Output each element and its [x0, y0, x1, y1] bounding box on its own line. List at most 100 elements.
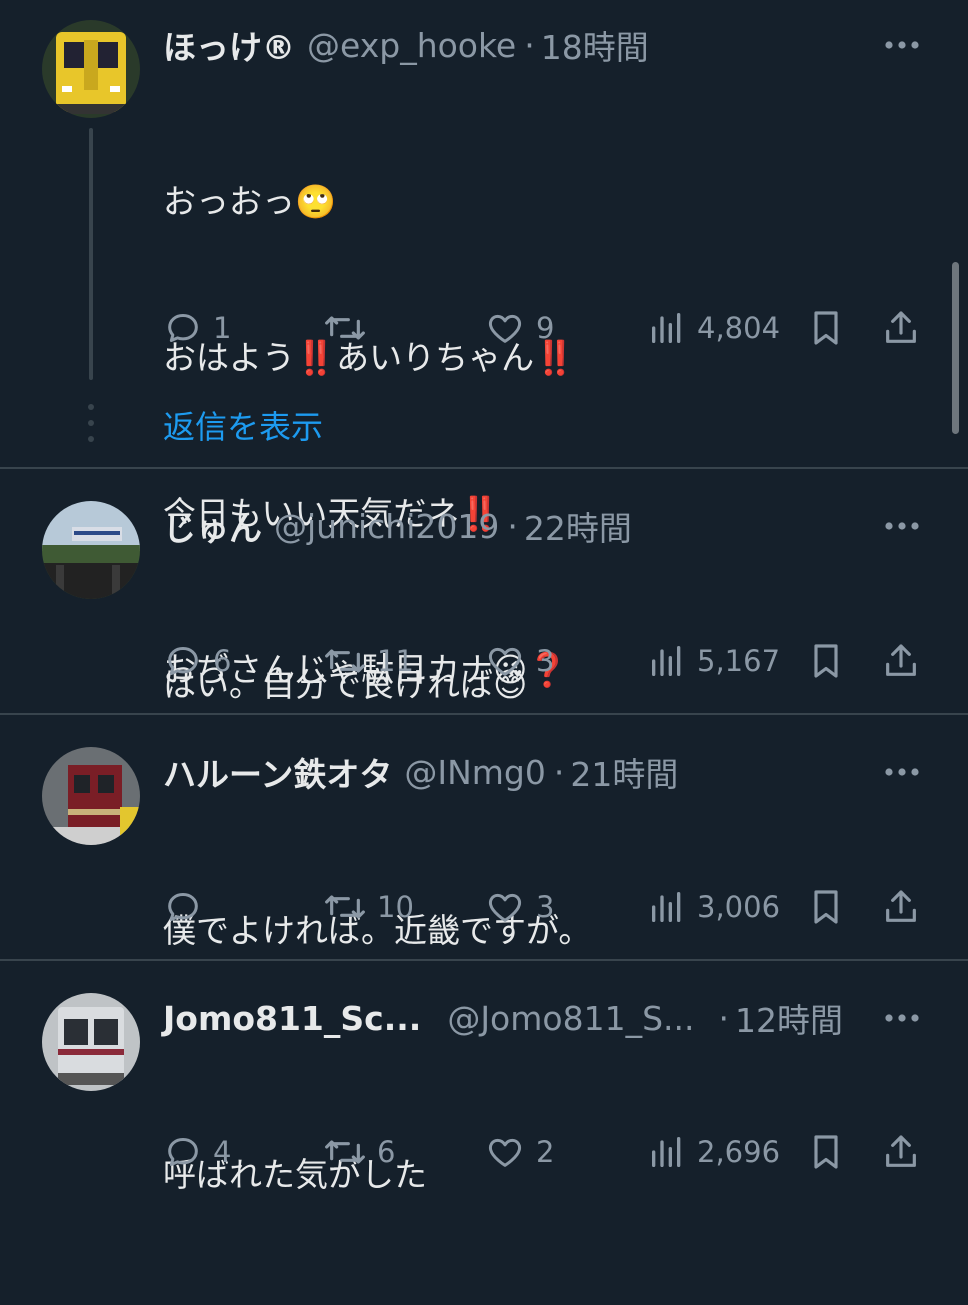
- avatar[interactable]: [42, 993, 140, 1091]
- more-icon[interactable]: [880, 750, 924, 794]
- view-count: 5,167: [697, 644, 781, 678]
- more-icon[interactable]: [880, 996, 924, 1040]
- tweet[interactable]: Jomo811_Sc... @Jomo811_S... · 12時間 呼ばれた気…: [0, 961, 968, 1200]
- like-icon: [484, 887, 526, 927]
- like-count: 3: [536, 644, 555, 678]
- like-button[interactable]: 3: [484, 636, 554, 686]
- retweet-button[interactable]: 10: [323, 882, 414, 932]
- bookmark-icon: [808, 308, 844, 348]
- view-count: 2,696: [697, 1135, 781, 1169]
- like-icon: [484, 1132, 526, 1172]
- separator-dot: ·: [507, 506, 518, 546]
- share-button[interactable]: [881, 882, 921, 932]
- more-icon[interactable]: [880, 504, 924, 548]
- views-icon: [647, 1132, 687, 1172]
- share-button[interactable]: [881, 636, 921, 686]
- bookmark-button[interactable]: [808, 636, 844, 686]
- timestamp[interactable]: 21時間: [570, 748, 678, 796]
- views-button[interactable]: 5,167: [647, 636, 780, 686]
- separator-dot: ·: [718, 998, 730, 1038]
- timestamp[interactable]: 12時間: [735, 994, 843, 1042]
- retweet-button[interactable]: 6: [323, 1127, 395, 1177]
- retweet-icon: [323, 1132, 367, 1172]
- user-handle[interactable]: @junichi2019: [274, 507, 499, 546]
- display-name[interactable]: じゅん: [163, 502, 262, 550]
- retweet-icon: [323, 887, 367, 927]
- user-handle[interactable]: @INmg0: [404, 753, 546, 792]
- tweet-actions: 6 11 3 5,167: [163, 636, 933, 686]
- tweet-header: じゅん @junichi2019 · 22時間: [163, 501, 632, 551]
- share-button[interactable]: [881, 1127, 921, 1177]
- share-icon: [881, 308, 921, 348]
- views-icon: [647, 308, 687, 348]
- avatar[interactable]: [42, 747, 140, 845]
- tweet-actions: 4 6 2 2,696: [163, 1127, 933, 1177]
- views-icon: [647, 641, 687, 681]
- reply-button[interactable]: 4: [163, 1127, 231, 1177]
- bookmark-icon: [808, 641, 844, 681]
- views-button[interactable]: 2,696: [647, 1127, 780, 1177]
- show-replies-link[interactable]: 返信を表示: [163, 402, 323, 448]
- display-name[interactable]: ほっけ®: [163, 21, 295, 69]
- display-name[interactable]: ハルーン鉄オタ: [163, 748, 392, 796]
- views-icon: [647, 887, 687, 927]
- view-count: 4,804: [697, 311, 781, 345]
- tweet-header: ほっけ® @exp_hooke · 18時間: [163, 20, 649, 70]
- user-handle[interactable]: @exp_hooke: [307, 26, 516, 65]
- avatar[interactable]: [42, 501, 140, 599]
- views-button[interactable]: 3,006: [647, 882, 780, 932]
- tweet-actions: 10 3 3,006: [163, 882, 933, 932]
- reply-icon: [163, 1132, 203, 1172]
- reply-count: 4: [213, 1135, 232, 1169]
- like-icon: [484, 308, 526, 348]
- user-handle[interactable]: @Jomo811_S...: [447, 999, 694, 1038]
- timestamp[interactable]: 18時間: [541, 21, 649, 69]
- retweet-count: 6: [377, 1135, 396, 1169]
- views-button[interactable]: 4,804: [647, 303, 780, 353]
- like-button[interactable]: 9: [484, 303, 554, 353]
- reply-button[interactable]: [163, 882, 213, 932]
- tweet-header: Jomo811_Sc... @Jomo811_S... · 12時間: [163, 993, 883, 1043]
- reply-count: 6: [213, 644, 232, 678]
- retweet-button[interactable]: 11: [323, 636, 414, 686]
- bookmark-icon: [808, 887, 844, 927]
- separator-dot: ·: [524, 25, 535, 65]
- thread-line: [89, 128, 93, 380]
- retweet-count: 11: [377, 644, 414, 678]
- reply-icon: [163, 308, 203, 348]
- bookmark-button[interactable]: [808, 882, 844, 932]
- reply-button[interactable]: 6: [163, 636, 231, 686]
- avatar[interactable]: [42, 20, 140, 118]
- retweet-icon: [323, 641, 367, 681]
- tweet-header: ハルーン鉄オタ @INmg0 · 21時間: [163, 747, 678, 797]
- share-icon: [881, 887, 921, 927]
- like-count: 9: [536, 311, 555, 345]
- retweet-icon: [323, 308, 367, 348]
- like-count: 2: [536, 1135, 555, 1169]
- tweet[interactable]: ハルーン鉄オタ @INmg0 · 21時間 僕でよければ。近畿ですが。 10 3…: [0, 715, 968, 959]
- like-icon: [484, 641, 526, 681]
- retweet-count: 10: [377, 890, 414, 924]
- share-button[interactable]: [881, 303, 921, 353]
- separator-dot: ·: [553, 752, 565, 792]
- bookmark-icon: [808, 1132, 844, 1172]
- bookmark-button[interactable]: [808, 303, 844, 353]
- bookmark-button[interactable]: [808, 1127, 844, 1177]
- like-button[interactable]: 2: [484, 1127, 554, 1177]
- display-name[interactable]: Jomo811_Sc...: [163, 999, 421, 1038]
- share-icon: [881, 1132, 921, 1172]
- like-count: 3: [536, 890, 555, 924]
- tweet[interactable]: じゅん @junichi2019 · 22時間 はい。自分で良ければ😊 6 11…: [0, 469, 968, 713]
- like-button[interactable]: 3: [484, 882, 554, 932]
- tweet-line: おっおっ🙄: [163, 182, 337, 221]
- reply-button[interactable]: 1: [163, 303, 231, 353]
- scrollbar[interactable]: [952, 262, 959, 434]
- more-icon[interactable]: [880, 23, 924, 67]
- timestamp[interactable]: 22時間: [524, 502, 632, 550]
- share-icon: [881, 641, 921, 681]
- tweet-actions: 1 9 4,804: [163, 303, 933, 353]
- reply-icon: [163, 887, 203, 927]
- tweet[interactable]: ほっけ® @exp_hooke · 18時間 おっおっ🙄 おはよう‼️あいりちゃ…: [0, 0, 968, 689]
- retweet-button[interactable]: [323, 303, 377, 353]
- reply-count: 1: [213, 311, 232, 345]
